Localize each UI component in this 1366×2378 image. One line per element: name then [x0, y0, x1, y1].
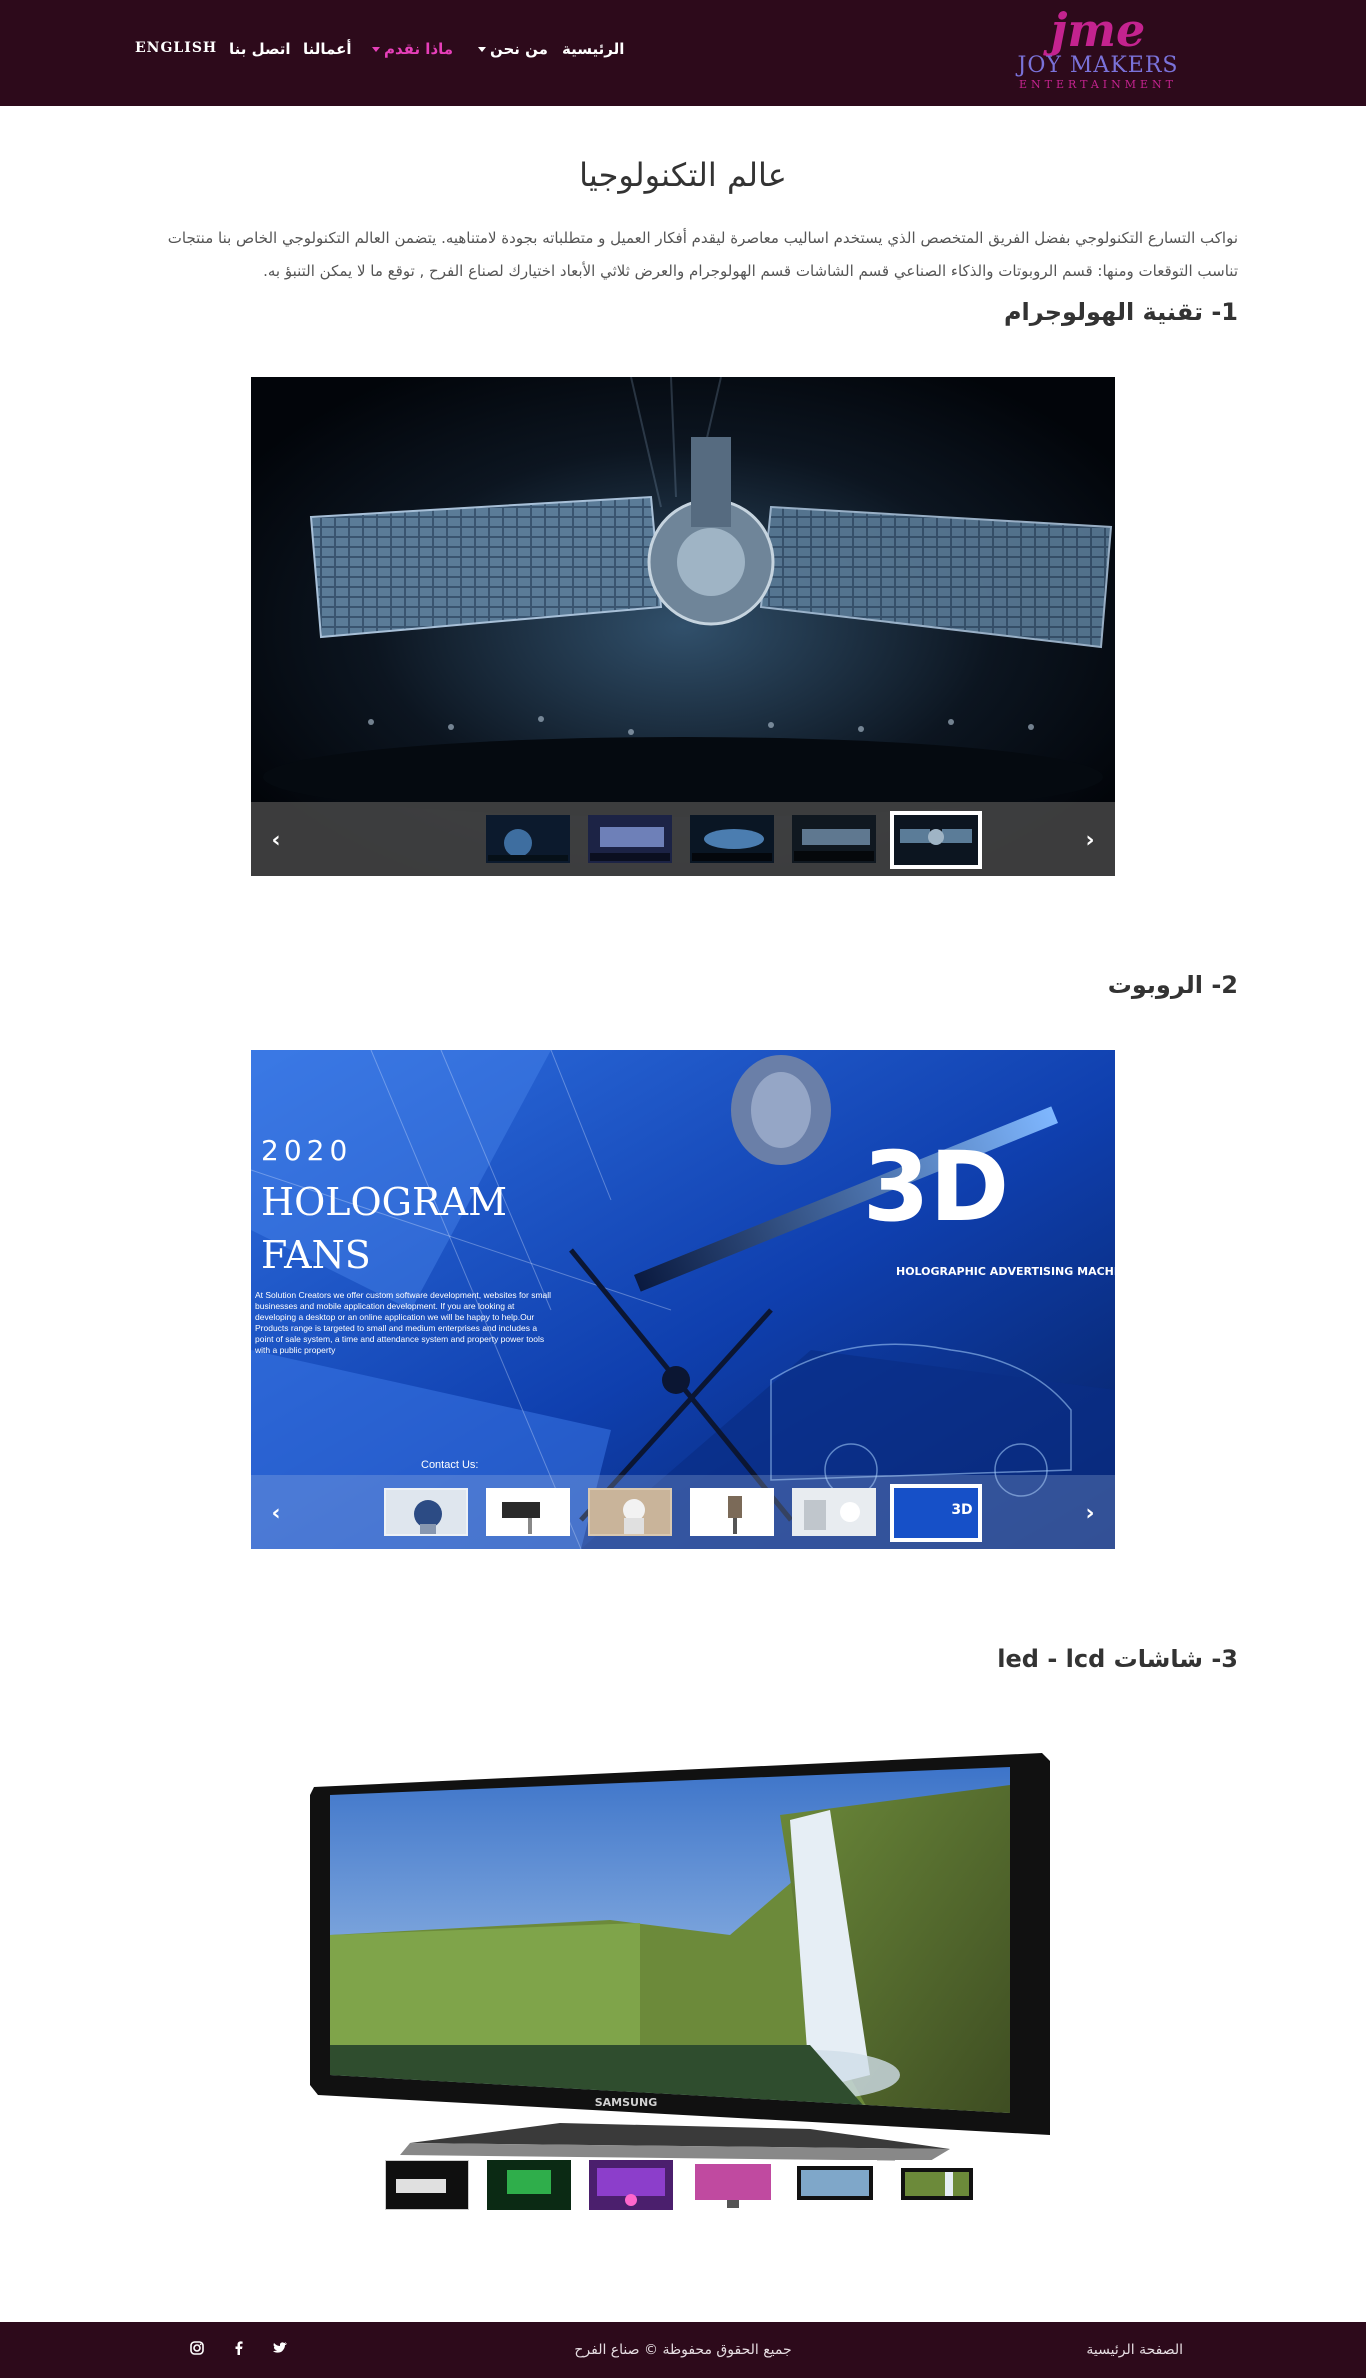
chevron-left-icon[interactable]: ‹ [265, 1503, 287, 1525]
chevron-right-icon[interactable]: › [1079, 830, 1101, 852]
thumbnail[interactable] [486, 1488, 570, 1536]
page-title: عالم التكنولوجيا [579, 156, 787, 194]
tv-brand: SAMSUNG [595, 2096, 657, 2109]
chevron-left-icon[interactable]: ‹ [265, 830, 287, 852]
thumbnail-image [386, 1490, 466, 1534]
twitter-icon-svg [273, 2342, 287, 2353]
intro-text: نواكب التسارع التكنولوجي بفضل الفريق الم… [167, 229, 1238, 280]
robot-gallery: 3D HOLOGRAPHIC ADVERTISING MACHIN 2020 H… [251, 1050, 1115, 1549]
thumbnail-image [692, 1490, 772, 1534]
thumbnail[interactable] [691, 2160, 775, 2210]
thumbnail-image [794, 829, 874, 861]
nav-works[interactable]: أعمالنا [303, 40, 351, 58]
header: jme JOY MAKERS ENTERTAINMENT الرئيسية من… [0, 0, 1366, 106]
thumbnail-image [507, 2170, 551, 2194]
nav-english[interactable]: ENGLISH [135, 40, 217, 56]
ad-title-line2: FANS [261, 1233, 371, 1277]
ad-big-3d: 3D [863, 1131, 1009, 1243]
nav-home[interactable]: الرئيسية [562, 40, 624, 58]
nav-services[interactable]: ماذا نقدم [372, 40, 453, 58]
thumbnail[interactable] [690, 1488, 774, 1536]
instagram-icon[interactable] [187, 2340, 207, 2360]
section-heading-hologram: 1- تقنية الهولوجرام [1003, 298, 1238, 326]
nav-contact[interactable]: اتصل بنا [229, 40, 291, 58]
thumbnail[interactable] [385, 2160, 469, 2210]
nav-services-label: ماذا نقدم [384, 40, 454, 58]
section-heading-robot: 2- الروبوت [1107, 971, 1238, 999]
thumbnail-image [488, 1490, 568, 1534]
thumbnail-image [794, 1490, 874, 1534]
thumbnail-image [597, 2168, 665, 2206]
thumbnail[interactable] [384, 1488, 468, 1536]
thumbnail-active[interactable]: 3D [890, 1484, 982, 1542]
thumbnail-image [900, 829, 972, 845]
thumbnail-strip: ‹ › [251, 802, 1115, 876]
thumbnail-image [695, 2164, 771, 2208]
ad-body-text: At Solution Creators we offer custom sof… [255, 1290, 552, 1355]
ad-title-line1: HOLOGRAM [261, 1180, 507, 1224]
chevron-right-icon[interactable]: › [1079, 1503, 1101, 1525]
tv-thumbnail-strip [385, 2160, 985, 2210]
thumbnail[interactable] [792, 1488, 876, 1536]
thumbnail[interactable] [487, 2160, 571, 2210]
logo-line2: ENTERTAINMENT [1019, 78, 1177, 91]
ad-contact-label: Contact Us: [421, 1459, 478, 1471]
thumbnail[interactable] [792, 815, 876, 863]
thumbnail[interactable] [895, 2160, 979, 2210]
thumbnail-image [590, 1490, 670, 1534]
ad-machine-label: HOLOGRAPHIC ADVERTISING MACHIN [896, 1265, 1115, 1278]
thumbnail[interactable] [589, 2160, 673, 2210]
thumbnail[interactable] [588, 1488, 672, 1536]
ad-year: 2020 [261, 1134, 352, 1167]
main-nav: الرئيسية من نحن ماذا نقدم أعمالنا اتصل ب… [0, 40, 1366, 64]
thumbnail-strip: ‹ 3D › [251, 1475, 1115, 1549]
nav-about-label: من نحن [490, 40, 548, 58]
twitter-icon[interactable] [270, 2340, 290, 2360]
tv-image: SAMSUNG [310, 1753, 1050, 2161]
chevron-down-icon [478, 47, 486, 52]
svg-text:3D: 3D [951, 1502, 972, 1518]
thumbnail[interactable] [588, 815, 672, 863]
thumbnail-active[interactable] [890, 811, 982, 869]
thumbnail-image [488, 829, 568, 861]
thumbnail-image [692, 829, 772, 861]
nav-about[interactable]: من نحن [478, 40, 548, 58]
thumbnail[interactable] [690, 815, 774, 863]
footer: الصفحة الرئيسية جميع الحقوق محفوظة © صنا… [0, 2322, 1366, 2378]
facebook-icon-svg [235, 2341, 243, 2355]
instagram-icon-svg [190, 2341, 204, 2355]
thumbnail-image [396, 2179, 446, 2193]
thumbnail-image [797, 2166, 873, 2200]
hologram-gallery: ‹ › [251, 377, 1115, 876]
facebook-icon[interactable] [229, 2340, 249, 2360]
thumbnail-image [901, 2168, 973, 2200]
chevron-down-icon [372, 47, 380, 52]
thumbnail[interactable] [793, 2160, 877, 2210]
thumbnail-image [590, 827, 670, 861]
thumbnail[interactable] [486, 815, 570, 863]
section-heading-screens: 3- شاشات led - lcd [997, 1645, 1238, 1673]
thumbnail-image: 3D [894, 1488, 978, 1538]
